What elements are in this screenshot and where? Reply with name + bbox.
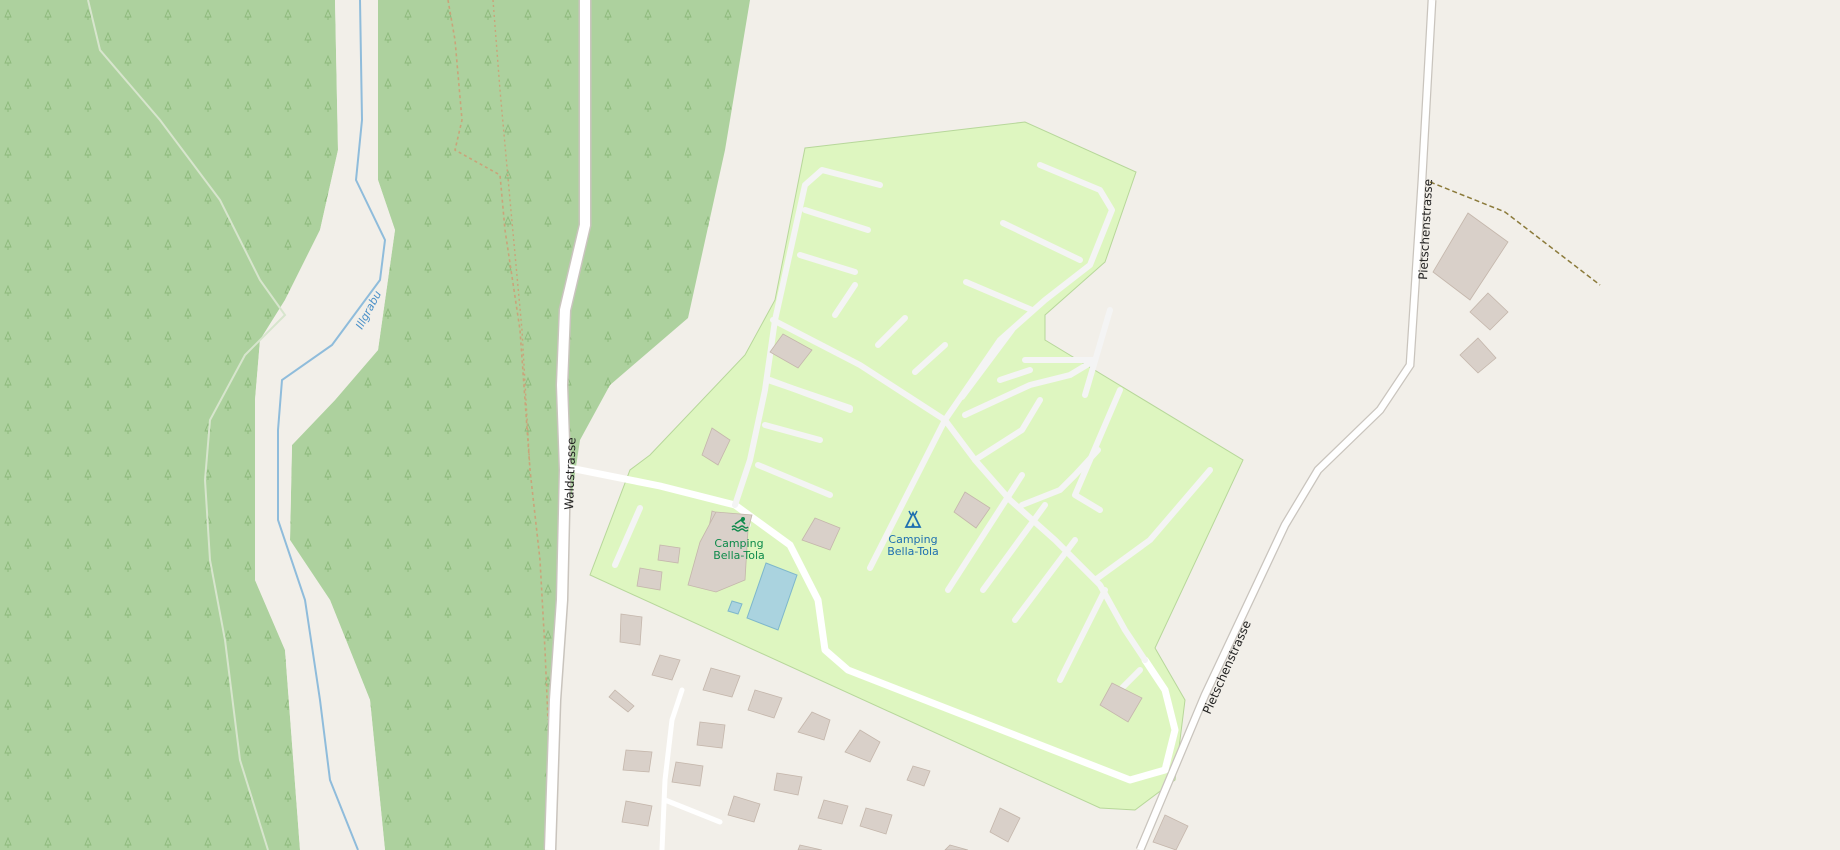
label-road-pietschenstrasse-lower: Pietschenstrasse: [1200, 618, 1254, 716]
map-view[interactable]: Illgrabu Waldstrasse Pietschenstrasse Pi…: [0, 0, 1840, 850]
map-canvas: Illgrabu Waldstrasse Pietschenstrasse Pi…: [0, 0, 1601, 850]
poi-camp-label-line2: Bella-Tola: [887, 545, 939, 558]
label-road-waldstrasse: Waldstrasse: [562, 437, 579, 510]
poi-pool-label-line2: Bella-Tola: [713, 549, 765, 562]
